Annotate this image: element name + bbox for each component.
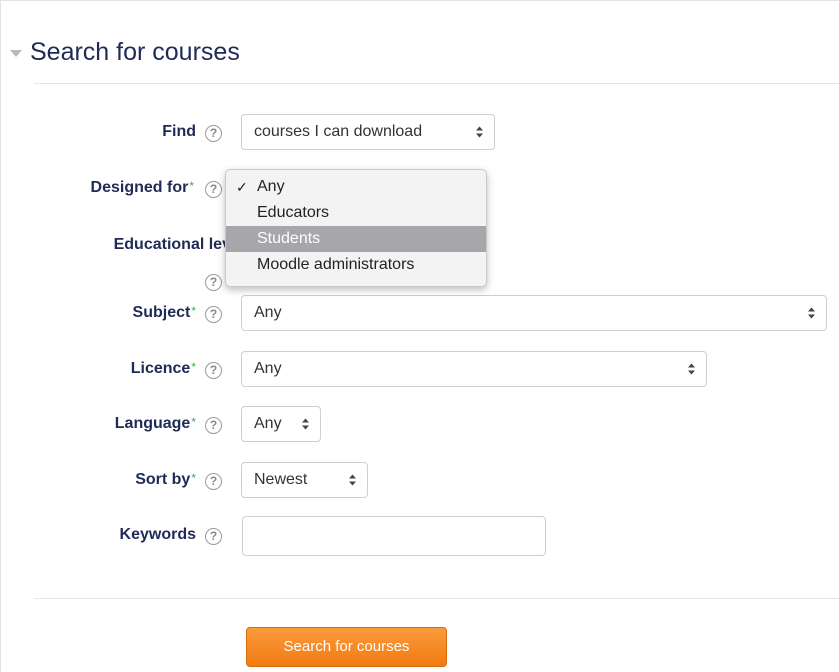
- help-icon-language[interactable]: ?: [205, 417, 222, 434]
- triangle-down-icon[interactable]: [10, 50, 22, 57]
- find-label: Find: [162, 123, 196, 140]
- subject-select[interactable]: Any: [241, 295, 827, 331]
- select-arrows-icon: [476, 126, 483, 138]
- subject-select-value: Any: [254, 304, 282, 321]
- select-arrows-icon: [688, 363, 695, 375]
- find-select[interactable]: courses I can download: [241, 114, 495, 150]
- fieldset-legend[interactable]: Search for courses: [10, 38, 240, 67]
- licence-select-value: Any: [254, 360, 282, 377]
- sort-by-select-value: Newest: [254, 471, 308, 488]
- select-arrows-icon: [349, 474, 356, 486]
- checkmark-icon: ✓: [236, 179, 248, 195]
- select-arrows-icon: [808, 307, 815, 319]
- form-divider: [34, 598, 839, 599]
- required-icon: *: [191, 360, 196, 374]
- legend-divider: [34, 83, 839, 84]
- search-for-courses-button[interactable]: Search for courses: [246, 627, 447, 667]
- find-select-value: courses I can download: [254, 123, 423, 140]
- sort-by-select[interactable]: Newest: [241, 462, 368, 498]
- required-icon: *: [191, 304, 196, 318]
- required-icon: *: [191, 415, 196, 429]
- help-icon-educational-level[interactable]: ?: [205, 274, 222, 291]
- designed-for-label: Designed for*: [90, 179, 194, 196]
- help-icon-sort-by[interactable]: ?: [205, 473, 222, 490]
- help-icon-keywords[interactable]: ?: [205, 528, 222, 545]
- select-arrows-icon: [302, 418, 309, 430]
- dropdown-option-students[interactable]: Students: [226, 226, 486, 252]
- dropdown-option-moodle-administrators[interactable]: Moodle administrators: [226, 252, 486, 278]
- designed-for-dropdown[interactable]: ✓ Any Educators Students Moodle administr…: [225, 169, 487, 287]
- dropdown-option-any[interactable]: ✓ Any: [226, 174, 486, 200]
- help-icon-designed-for[interactable]: ?: [205, 181, 222, 198]
- licence-select[interactable]: Any: [241, 351, 707, 387]
- subject-label: Subject*: [132, 304, 196, 321]
- language-select-value: Any: [254, 415, 282, 432]
- fieldset-title: Search for courses: [30, 38, 240, 66]
- frame-left-border: [0, 0, 1, 672]
- frame-top-border: [0, 0, 839, 1]
- help-icon-subject[interactable]: ?: [205, 306, 222, 323]
- required-icon: *: [191, 471, 196, 485]
- help-icon-find[interactable]: ?: [205, 125, 222, 142]
- keywords-label: Keywords: [119, 526, 196, 543]
- required-icon: *: [189, 179, 194, 193]
- dropdown-option-educators[interactable]: Educators: [226, 200, 486, 226]
- language-label: Language*: [114, 415, 196, 432]
- sort-by-label: Sort by*: [135, 471, 196, 488]
- keywords-input[interactable]: [242, 516, 546, 556]
- licence-label: Licence*: [130, 360, 196, 377]
- language-select[interactable]: Any: [241, 406, 321, 442]
- help-icon-licence[interactable]: ?: [205, 362, 222, 379]
